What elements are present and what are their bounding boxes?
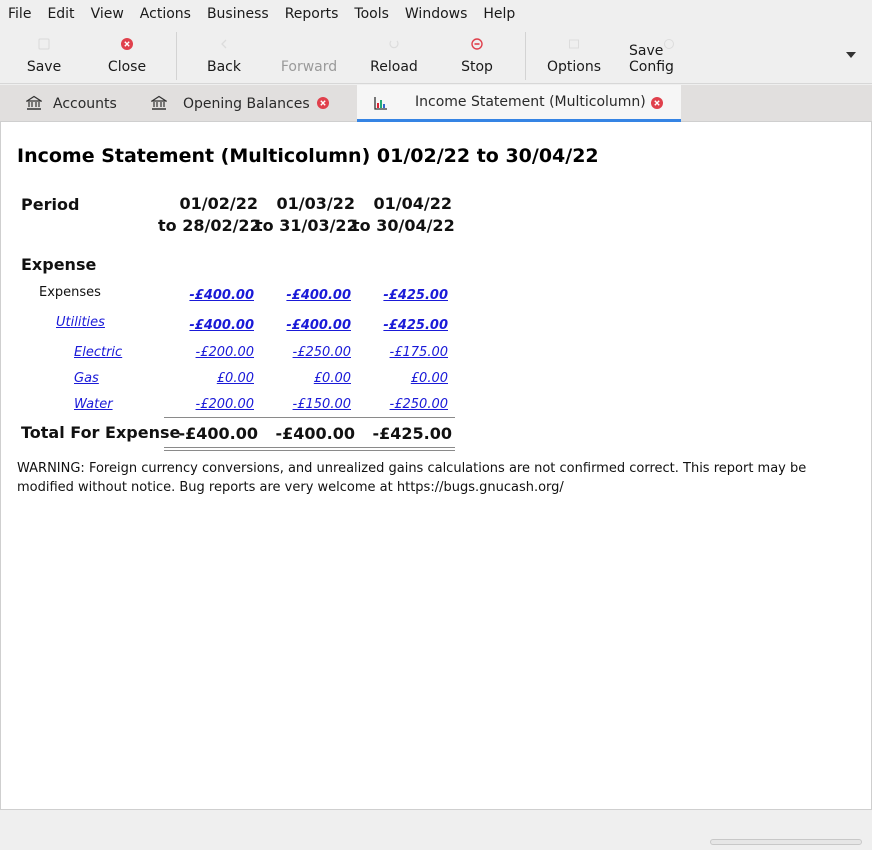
toolbar: Save Close Back Forward Reload Stop Opti… [0,28,872,84]
amount-link[interactable]: £0.00 [251,371,351,386]
save-button[interactable]: Save [14,28,74,84]
back-label: Back [207,59,241,75]
menu-edit[interactable]: Edit [39,0,82,28]
total-rule-top [164,417,455,418]
menu-file[interactable]: File [0,0,39,28]
tab-label: Opening Balances [183,95,310,112]
column-to: to 28/02/22 [158,216,261,235]
column-to: to 30/04/22 [352,216,455,235]
account-link[interactable]: Gas [74,371,99,386]
column-header: 01/02/22 to 28/02/22 [158,193,261,237]
amount-link[interactable]: -£250.00 [348,397,448,412]
amount-link[interactable]: £0.00 [348,371,448,386]
toolbar-separator [525,32,526,80]
close-icon [120,37,134,51]
save-icon [37,37,51,51]
forward-arrow-icon [302,37,316,51]
column-to: to 31/03/22 [255,216,358,235]
back-arrow-icon [217,37,231,51]
menu-help[interactable]: Help [475,0,523,28]
menu-reports[interactable]: Reports [277,0,347,28]
column-from: 01/04/22 [373,194,452,213]
amount-link[interactable]: £0.00 [154,371,254,386]
amount-link[interactable]: -£250.00 [251,345,351,360]
save-config-button[interactable]: Save Config [629,28,709,84]
amount-link[interactable]: -£175.00 [348,345,448,360]
tab-label: Income Statement (Multicolumn) [415,94,646,110]
menu-view[interactable]: View [83,0,132,28]
menu-business[interactable]: Business [199,0,277,28]
tab-income-statement[interactable]: Income Statement (Multicolumn) [357,85,681,122]
reload-label: Reload [370,59,418,75]
total-rule-double [164,447,455,448]
tab-bar: Accounts Opening Balances Income Stateme… [0,85,872,122]
status-bar [0,810,872,850]
toolbar-separator [176,32,177,80]
account-link[interactable]: Utilities [56,315,105,330]
amount-link[interactable]: -£200.00 [154,397,254,412]
tab-opening-balances[interactable]: Opening Balances [128,85,356,122]
stop-icon [470,37,484,51]
options-button[interactable]: Options [544,28,604,84]
column-header: 01/04/22 to 30/04/22 [352,193,455,237]
save-label: Save [26,59,62,75]
save-config-icon [662,37,676,51]
stop-label: Stop [461,59,493,75]
total-amount: -£400.00 [275,424,355,443]
tab-label: Accounts [53,95,117,112]
account-link[interactable]: Electric [74,345,122,360]
amount-link[interactable]: -£425.00 [348,288,448,303]
close-button[interactable]: Close [97,28,157,84]
options-icon [567,37,581,51]
amount-link[interactable]: -£200.00 [154,345,254,360]
forward-button[interactable]: Forward [274,28,344,84]
column-header: 01/03/22 to 31/03/22 [255,193,358,237]
tab-close-icon[interactable] [651,97,663,109]
stop-button[interactable]: Stop [447,28,507,84]
bank-icon [24,95,44,115]
report-title: Income Statement (Multicolumn) 01/02/22 … [17,145,599,167]
menu-actions[interactable]: Actions [132,0,199,28]
reload-button[interactable]: Reload [364,28,424,84]
close-label: Close [107,59,147,75]
amount-link[interactable]: -£400.00 [154,318,254,333]
toolbar-overflow-icon[interactable] [846,52,856,58]
menu-bar: File Edit View Actions Business Reports … [0,0,872,28]
amount-link[interactable]: -£150.00 [251,397,351,412]
account-link[interactable]: Water [74,397,113,412]
tab-accounts[interactable]: Accounts [0,85,128,122]
amount-link[interactable]: -£400.00 [154,288,254,303]
back-button[interactable]: Back [194,28,254,84]
amount-link[interactable]: -£400.00 [251,288,351,303]
total-label: Total For Expense [21,423,181,442]
reload-icon [387,37,401,51]
column-from: 01/02/22 [179,194,258,213]
warning-text: WARNING: Foreign currency conversions, a… [17,461,807,495]
menu-tools[interactable]: Tools [346,0,397,28]
bank-icon [149,95,169,115]
column-from: 01/03/22 [276,194,355,213]
forward-label: Forward [280,59,338,75]
chart-icon [373,95,389,115]
progress-bar [710,839,862,845]
options-label: Options [546,59,602,75]
report-view[interactable]: Income Statement (Multicolumn) 01/02/22 … [0,122,872,810]
total-rule-double [164,450,455,451]
section-label: Expense [21,255,97,274]
period-label: Period [21,195,80,214]
tab-close-icon[interactable] [317,97,329,109]
account-label: Expenses [39,285,101,300]
menu-windows[interactable]: Windows [397,0,476,28]
amount-link[interactable]: -£400.00 [251,318,351,333]
total-amount: -£400.00 [178,424,258,443]
amount-link[interactable]: -£425.00 [348,318,448,333]
total-amount: -£425.00 [372,424,452,443]
